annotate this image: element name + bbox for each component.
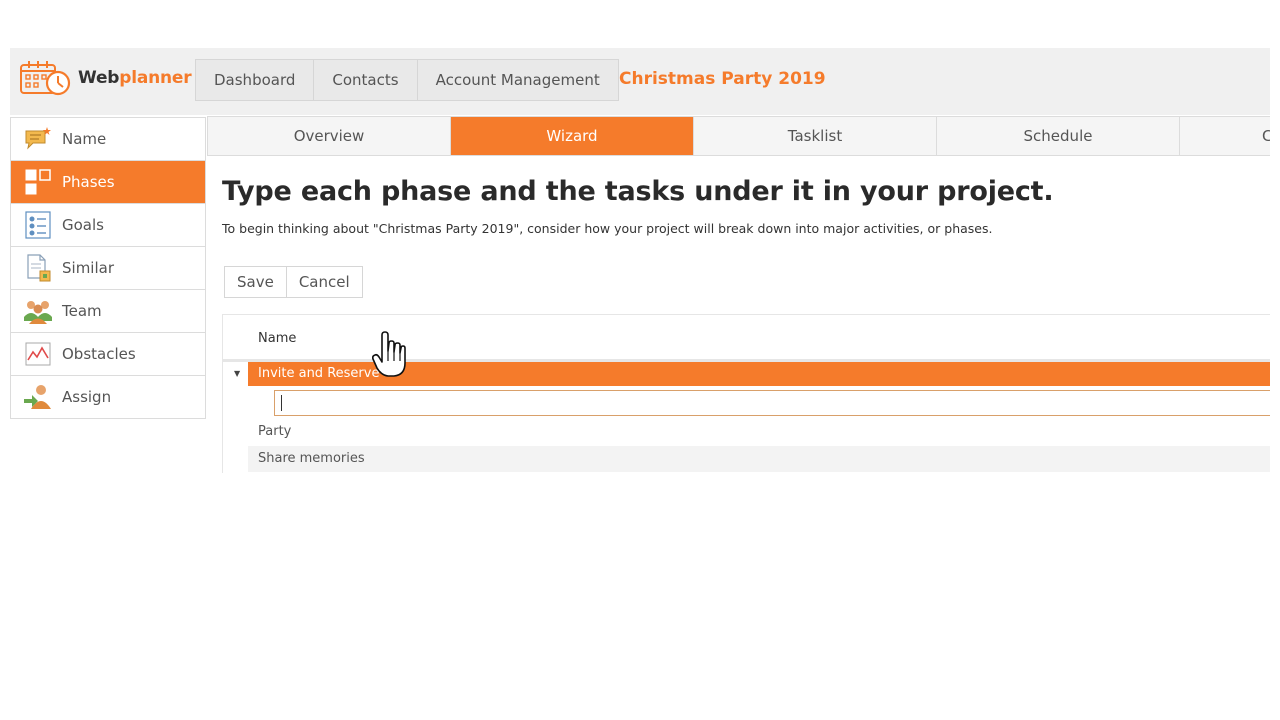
phases-icon bbox=[23, 167, 53, 197]
new-task-row bbox=[248, 390, 1270, 418]
column-header-name[interactable]: Name bbox=[258, 331, 296, 346]
logo-text: Webplanner bbox=[78, 68, 192, 88]
sidebar-item-obstacles[interactable]: Obstacles bbox=[11, 333, 205, 376]
logo-text-planner: planner bbox=[119, 68, 192, 88]
save-button[interactable]: Save bbox=[225, 267, 287, 297]
logo-text-web: Web bbox=[78, 68, 120, 88]
sidebar-item-label: Obstacles bbox=[62, 345, 136, 363]
page-instructions: To begin thinking about "Christmas Party… bbox=[222, 221, 993, 236]
sidebar-item-label: Similar bbox=[62, 259, 114, 277]
wizard-sidebar: Name Phases Goals Similar Team Obstacles… bbox=[10, 117, 206, 419]
name-icon bbox=[23, 124, 53, 154]
nav-dashboard[interactable]: Dashboard bbox=[196, 60, 315, 100]
sidebar-item-label: Assign bbox=[62, 388, 112, 406]
project-title: Christmas Party 2019 bbox=[619, 69, 826, 89]
sidebar-item-label: Phases bbox=[62, 173, 115, 191]
sidebar-item-assign[interactable]: Assign bbox=[11, 376, 205, 419]
sidebar-item-phases[interactable]: Phases bbox=[11, 161, 205, 204]
view-tabs: Overview Wizard Tasklist Schedule C bbox=[207, 116, 1270, 156]
tab-truncated[interactable]: C bbox=[1180, 117, 1270, 155]
sidebar-item-label: Goals bbox=[62, 216, 104, 234]
assign-icon bbox=[23, 382, 53, 412]
phase-row[interactable]: Party bbox=[248, 419, 1270, 445]
app-window: Webplanner Dashboard Contacts Account Ma… bbox=[10, 48, 1270, 720]
sidebar-item-name[interactable]: Name bbox=[11, 118, 205, 161]
header: Webplanner Dashboard Contacts Account Ma… bbox=[10, 48, 1270, 115]
sidebar-item-similar[interactable]: Similar bbox=[11, 247, 205, 290]
sidebar-item-label: Team bbox=[62, 302, 102, 320]
sidebar-item-label: Name bbox=[62, 130, 107, 148]
phase-row[interactable]: Share memories bbox=[248, 446, 1270, 472]
task-name-input[interactable] bbox=[274, 390, 1270, 416]
phase-name: Invite and Reserve bbox=[258, 366, 380, 381]
tab-schedule[interactable]: Schedule bbox=[937, 117, 1180, 155]
top-navigation: Dashboard Contacts Account Management bbox=[195, 59, 619, 101]
similar-icon bbox=[23, 253, 53, 283]
tab-wizard[interactable]: Wizard bbox=[451, 117, 694, 155]
tab-tasklist[interactable]: Tasklist bbox=[694, 117, 937, 155]
logo[interactable]: Webplanner bbox=[20, 60, 192, 96]
team-icon bbox=[23, 296, 53, 326]
calendar-clock-icon bbox=[20, 61, 71, 96]
action-buttons: Save Cancel bbox=[224, 266, 363, 298]
text-caret bbox=[281, 395, 282, 411]
nav-contacts[interactable]: Contacts bbox=[314, 60, 418, 100]
nav-account-management[interactable]: Account Management bbox=[417, 60, 618, 100]
sidebar-item-team[interactable]: Team bbox=[11, 290, 205, 333]
page-heading: Type each phase and the tasks under it i… bbox=[222, 176, 1054, 207]
hand-pointer-cursor-icon bbox=[372, 331, 406, 377]
goals-icon bbox=[23, 210, 53, 240]
obstacles-icon bbox=[23, 339, 53, 369]
sidebar-item-goals[interactable]: Goals bbox=[11, 204, 205, 247]
cancel-button[interactable]: Cancel bbox=[286, 267, 362, 297]
collapse-triangle-icon[interactable]: ▼ bbox=[234, 362, 240, 386]
tab-overview[interactable]: Overview bbox=[208, 117, 451, 155]
